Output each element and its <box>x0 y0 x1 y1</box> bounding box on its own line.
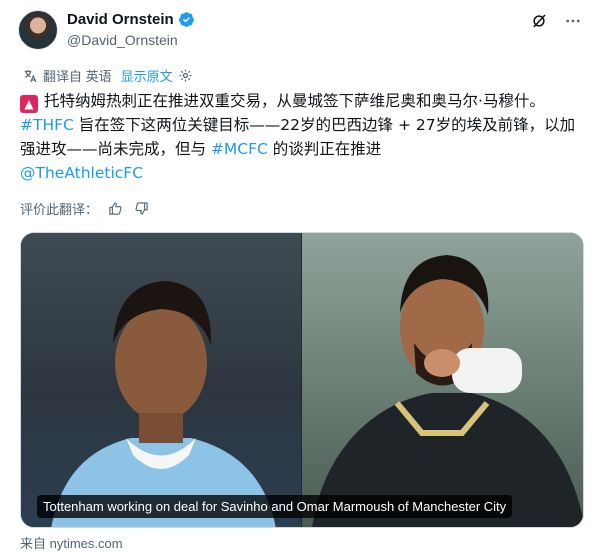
tweet-text-part3: 的谈判正在推进 <box>267 140 382 158</box>
translate-icon <box>24 69 37 82</box>
mention-theathletic[interactable]: @TheAthleticFC <box>20 164 143 182</box>
more-icon[interactable] <box>562 10 584 32</box>
tweet-actions-top <box>528 10 584 32</box>
hashtag-mcfc[interactable]: #MCFC <box>211 140 268 158</box>
translation-bar: 翻译自 英语 显示原文 <box>22 66 193 85</box>
author-name[interactable]: David Ornstein <box>67 11 174 28</box>
thumbs-down-icon[interactable] <box>132 200 150 218</box>
link-source[interactable]: 来自 nytimes.com <box>20 533 123 552</box>
siren-emoji-icon: ▲ <box>20 95 38 113</box>
grok-icon[interactable] <box>528 10 550 32</box>
hashtag-thfc[interactable]: #THFC <box>20 116 74 134</box>
tweet-text-part1: 托特纳姆热刺正在推进双重交易，从曼城签下萨维尼奥和奥马尔·马穆什。 <box>44 92 545 110</box>
tweet-text: ▲ 托特纳姆热刺正在推进双重交易，从曼城签下萨维尼奥和奥马尔·马穆什。#THFC … <box>20 89 580 185</box>
player-photo-savinho <box>21 233 301 527</box>
avatar[interactable] <box>18 10 58 50</box>
player-photo-marmoush <box>302 233 583 527</box>
show-original-link[interactable]: 显示原文 <box>121 66 173 85</box>
gear-icon[interactable] <box>178 68 193 83</box>
media-caption: Tottenham working on deal for Savinho an… <box>37 495 513 518</box>
thumbs-up-icon[interactable] <box>106 200 124 218</box>
media-card[interactable]: Tottenham working on deal for Savinho an… <box>20 232 584 528</box>
rate-label: 评价此翻译： <box>20 202 99 217</box>
rate-translation: 评价此翻译： <box>20 199 150 218</box>
verified-badge-icon <box>178 12 194 27</box>
translation-label: 翻译自 英语 <box>43 69 112 84</box>
author-handle[interactable]: @David_Ornstein <box>67 32 178 48</box>
tweet-header: David Ornstein @David_Ornstein <box>16 10 584 56</box>
author-name-row: David Ornstein <box>67 11 195 28</box>
